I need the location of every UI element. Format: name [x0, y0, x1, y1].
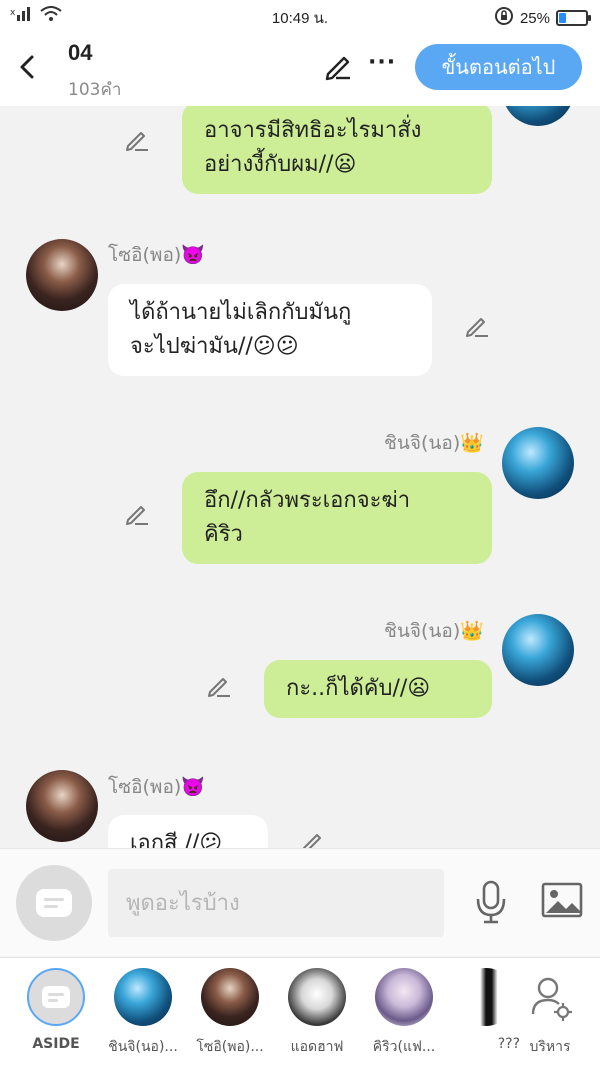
character-tab-adhaf[interactable]: แอดฮาฟ	[277, 968, 357, 1058]
battery-icon	[556, 10, 591, 26]
character-bar: ASIDE ชินจิ(นอ)... โซอิ(พอ)... แอดฮาฟ คิ…	[0, 957, 600, 1067]
edit-message-button[interactable]	[206, 672, 232, 698]
message-line: คิริว	[204, 522, 243, 547]
speaker-name: โซอิ(พอ)👿	[108, 244, 205, 266]
aside-toggle-button[interactable]	[16, 865, 92, 941]
edit-message-button[interactable]	[124, 500, 150, 526]
message-line: กะ..ก็ได้คับ//😦	[286, 676, 431, 701]
message-bubble[interactable]: อาจารมีสิทธิอะไรมาสั่ง อย่างงี้กับผม//😦	[182, 106, 492, 194]
avatar-shinji[interactable]	[502, 614, 574, 686]
message-line: อึก//กลัวพระเอกจะฆ่า	[204, 488, 411, 513]
character-label: แอดฮาฟ	[290, 1039, 344, 1055]
speaker-name: โซอิ(พอ)👿	[108, 776, 205, 798]
input-bar	[0, 848, 600, 956]
message-bubble[interactable]: ได้ถ้านายไม่เลิกกับมันกู จะไปฆ่ามัน//😕😕	[108, 284, 432, 376]
edit-message-button[interactable]	[124, 126, 150, 152]
edit-button[interactable]	[322, 50, 354, 82]
avatar-shinji[interactable]	[502, 106, 574, 126]
chat-bubble-icon	[36, 889, 72, 917]
user-settings-icon	[531, 977, 572, 1021]
character-label: ชินจิ(นอ)...	[108, 1039, 178, 1055]
pencil-icon	[126, 132, 148, 151]
avatar-soi[interactable]	[26, 770, 98, 842]
image-button[interactable]	[540, 881, 584, 921]
aside-avatar	[27, 968, 85, 1026]
character-label: โซอิ(พอ)...	[196, 1039, 264, 1055]
character-label: คิริว(แฟ...	[372, 1039, 436, 1055]
rotation-lock-icon	[494, 6, 514, 30]
avatar	[288, 968, 346, 1026]
pencil-icon	[302, 834, 321, 848]
microphone-icon	[476, 880, 506, 924]
chevron-left-icon	[20, 55, 34, 79]
pencil-icon	[325, 56, 350, 81]
message-bubble[interactable]: เอกสี //😕	[108, 815, 268, 848]
chat-area[interactable]: อาจารมีสิทธิอะไรมาสั่ง อย่างงี้กับผม//😦 …	[0, 106, 600, 848]
character-tab-shinji[interactable]: ชินจิ(นอ)...	[103, 968, 183, 1058]
microphone-button[interactable]	[472, 879, 510, 925]
pencil-icon	[466, 318, 488, 337]
avatar-soi[interactable]	[26, 239, 98, 311]
character-tab-manage[interactable]: บริหาร	[512, 968, 588, 1058]
message-line: จะไปฆ่ามัน//😕😕	[130, 334, 299, 359]
message-input[interactable]	[108, 869, 444, 937]
speaker-name: ชินจิ(นอ)👑	[384, 432, 484, 454]
message-line: ได้ถ้านายไม่เลิกกับมันกู	[130, 300, 352, 325]
header: 04 103คำ ··· ขั้นตอนต่อไป	[0, 32, 600, 106]
message-line: เอกสี //😕	[130, 831, 223, 848]
message-line: อาจารมีสิทธิอะไรมาสั่ง	[204, 118, 422, 143]
edit-message-button[interactable]	[300, 828, 326, 848]
page-title: 04	[68, 40, 93, 65]
manage-avatar	[521, 968, 579, 1026]
avatar	[457, 968, 515, 1026]
character-tab-soi[interactable]: โซอิ(พอ)...	[190, 968, 270, 1058]
more-button[interactable]: ···	[368, 50, 396, 75]
avatar-shinji[interactable]	[502, 427, 574, 499]
message-bubble[interactable]: อึก//กลัวพระเอกจะฆ่า คิริว	[182, 472, 492, 564]
pencil-icon	[208, 678, 230, 697]
message-bubble[interactable]: กะ..ก็ได้คับ//😦	[264, 660, 492, 718]
avatar	[375, 968, 433, 1026]
character-label: บริหาร	[529, 1039, 571, 1055]
word-count: 103คำ	[68, 80, 122, 100]
image-icon	[541, 882, 583, 918]
character-tab-kiriu[interactable]: คิริว(แฟ...	[364, 968, 444, 1058]
status-bar: x 10:49 น. 25%	[0, 0, 600, 32]
message-line: อย่างงี้กับผม//😦	[204, 152, 357, 177]
chat-bubble-icon	[42, 986, 70, 1008]
character-label: ASIDE	[32, 1036, 80, 1052]
next-step-button[interactable]: ขั้นตอนต่อไป	[415, 44, 582, 90]
character-tab-aside[interactable]: ASIDE	[16, 968, 96, 1052]
back-button[interactable]	[14, 50, 44, 84]
avatar	[114, 968, 172, 1026]
avatar	[201, 968, 259, 1026]
pencil-icon	[126, 506, 148, 525]
edit-message-button[interactable]	[464, 312, 490, 338]
battery-percent: 25%	[519, 9, 550, 27]
speaker-name: ชินจิ(นอ)👑	[384, 620, 484, 642]
